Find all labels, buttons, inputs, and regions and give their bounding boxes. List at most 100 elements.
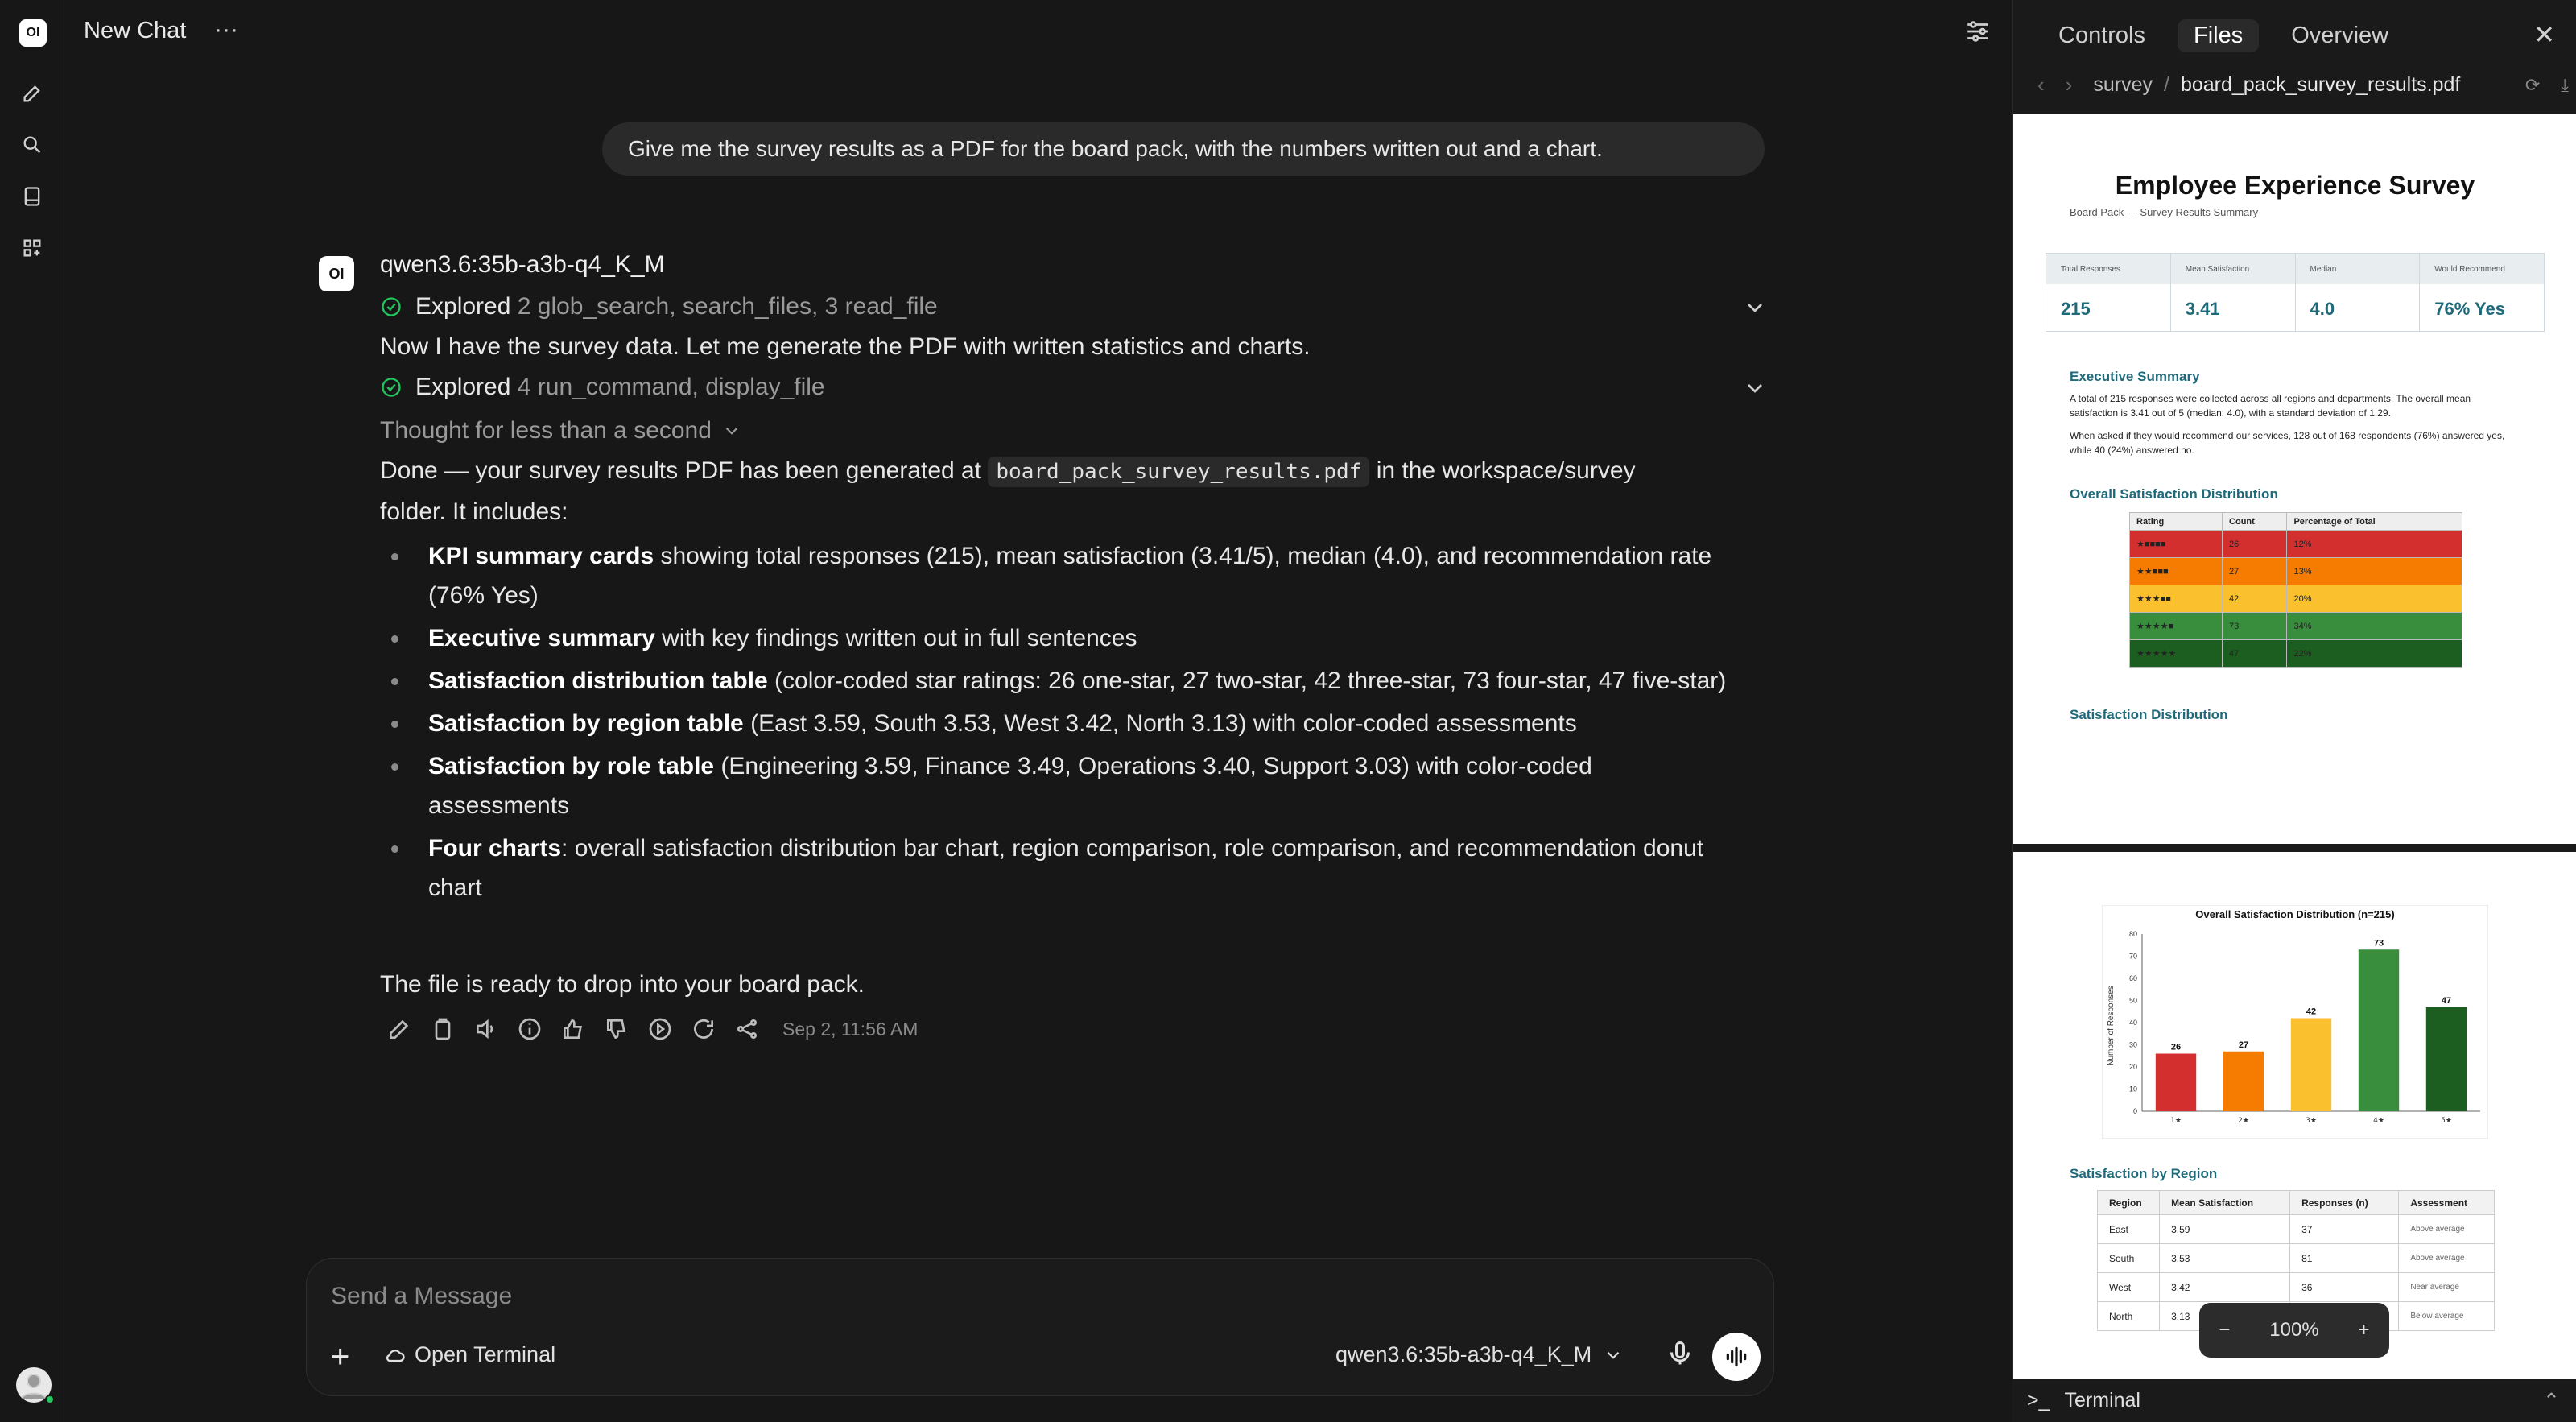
read-aloud-icon[interactable] [473, 1016, 499, 1042]
notes-icon[interactable] [18, 182, 47, 211]
explored-label: Explored [415, 374, 511, 400]
chevron-up-icon[interactable]: ⌃ [2543, 1389, 2560, 1413]
more-options-icon[interactable]: ··· [214, 16, 238, 43]
back-icon[interactable]: ‹ [2037, 72, 2045, 97]
pdf-subtitle: Board Pack — Survey Results Summary [2070, 206, 2259, 218]
explored-detail: 2 glob_search, search_files, 3 read_file [517, 293, 938, 320]
edit-icon[interactable] [386, 1016, 412, 1042]
chart-data-label: 47 [2442, 996, 2451, 1006]
chart-data-label: 42 [2306, 1007, 2316, 1017]
kpi-label: Median [2295, 254, 2420, 284]
region-cell: East [2096, 1214, 2161, 1244]
chart-y-tick-label: 60 [2129, 974, 2137, 982]
chevron-down-icon [1607, 1351, 1620, 1359]
search-icon[interactable] [18, 130, 47, 159]
thumbs-down-icon[interactable] [604, 1016, 630, 1042]
kpi-value: 215 [2061, 299, 2091, 319]
sat-dist-heading: Satisfaction Distribution [2070, 707, 2228, 722]
continue-icon[interactable] [647, 1016, 673, 1042]
rating-cell: ★★★★■ [2128, 612, 2223, 640]
kpi-label: Would Recommend [2420, 254, 2544, 284]
zoom-out-button[interactable]: − [2219, 1319, 2230, 1341]
model-selector[interactable]: qwen3.6:35b-a3b-q4_K_M [1335, 1342, 1624, 1367]
explored-step-2[interactable]: Explored 4 run_command, display_file [380, 367, 825, 407]
chevron-down-icon[interactable] [1742, 375, 1768, 401]
user-message: Give me the survey results as a PDF for … [602, 122, 1765, 176]
table-header: Assessment [2398, 1190, 2495, 1215]
forward-icon[interactable]: › [2066, 72, 2073, 97]
chart-bar [2223, 1051, 2264, 1111]
close-icon[interactable]: ✕ [2533, 19, 2555, 50]
feature-list: KPI summary cards showing total response… [391, 536, 1739, 911]
kpi-card: Total Responses 215 [2046, 254, 2171, 331]
region-cell: North [2096, 1301, 2161, 1331]
info-icon[interactable] [517, 1016, 543, 1042]
share-icon[interactable] [734, 1016, 760, 1042]
list-item-bold: KPI summary cards [428, 543, 654, 569]
message-timestamp: Sep 2, 11:56 AM [782, 1018, 919, 1040]
list-item-bold: Satisfaction by region table [428, 710, 744, 737]
assess-cell: Above average [2398, 1243, 2495, 1273]
cloud-icon [386, 1349, 405, 1362]
table-header: Responses (n) [2289, 1190, 2400, 1215]
thumbs-up-icon[interactable] [560, 1016, 586, 1042]
kpi-card: Median 4.0 [2295, 254, 2421, 331]
count-cell: 42 [2222, 585, 2288, 613]
new-chat-icon[interactable] [18, 79, 47, 108]
regenerate-icon[interactable] [691, 1016, 716, 1042]
chevron-down-icon[interactable] [1742, 295, 1768, 320]
pct-cell: 22% [2286, 639, 2462, 668]
rating-cell: ★★★■■ [2128, 585, 2223, 613]
distribution-table: Rating Count Percentage of Total ★■■■■ 26… [2128, 512, 2462, 668]
tab-overview[interactable]: Overview [2275, 19, 2405, 52]
message-composer: Send a Message + Open Terminal qwen3.6:3… [306, 1258, 1774, 1396]
chart-y-axis-label: Number of Responses [2107, 986, 2116, 1066]
n-cell: 37 [2289, 1214, 2400, 1244]
breadcrumb: ‹ › survey / board_pack_survey_results.p… [2037, 72, 2569, 97]
chart-data-label: 27 [2239, 1040, 2248, 1050]
chart-data-label: 26 [2171, 1043, 2181, 1052]
voice-mode-button[interactable] [1712, 1333, 1761, 1381]
microphone-icon[interactable] [1666, 1339, 1695, 1368]
explored-step-1[interactable]: Explored 2 glob_search, search_files, 3 … [380, 287, 938, 326]
online-status-dot [45, 1395, 55, 1404]
table-header: Region [2096, 1190, 2161, 1215]
pct-cell: 34% [2286, 612, 2462, 640]
region-cell: South [2096, 1243, 2161, 1273]
chart-y-tick-label: 50 [2129, 997, 2137, 1005]
chat-title[interactable]: New Chat [84, 18, 186, 44]
list-item: Executive summary with key findings writ… [391, 618, 1739, 658]
message-input[interactable]: Send a Message [331, 1283, 512, 1310]
waveform-icon [1726, 1346, 1747, 1367]
terminal-bar[interactable]: >_ Terminal ⌃ [2013, 1379, 2576, 1422]
thought-toggle[interactable]: Thought for less than a second [380, 411, 742, 450]
download-icon[interactable]: ⤓ [2561, 75, 2569, 96]
assess-cell: Above average [2398, 1214, 2495, 1244]
chart-x-tick-label: 1★ [2170, 1117, 2182, 1125]
breadcrumb-folder[interactable]: survey [2093, 73, 2153, 97]
file-path-code: board_pack_survey_results.pdf [988, 457, 1370, 487]
add-attachment-button[interactable]: + [331, 1341, 349, 1373]
pct-cell: 20% [2286, 585, 2462, 613]
refresh-icon[interactable]: ⟳ [2525, 75, 2540, 96]
table-header: Rating [2128, 512, 2223, 531]
chart-y-tick-label: 10 [2129, 1085, 2137, 1093]
controls-toggle-icon[interactable] [1964, 18, 1992, 45]
kpi-value: 76% Yes [2434, 299, 2505, 319]
zoom-in-button[interactable]: + [2359, 1319, 2370, 1341]
chart-y-tick-label: 0 [2133, 1107, 2137, 1115]
app-logo[interactable]: OI [19, 19, 47, 47]
apps-icon[interactable] [18, 234, 47, 262]
list-item: Satisfaction distribution table (color-c… [391, 661, 1739, 701]
table-header-row: Rating Count Percentage of Total [2128, 512, 2462, 531]
rating-cell: ★■■■■ [2128, 530, 2223, 558]
tab-controls[interactable]: Controls [2042, 19, 2161, 52]
assistant-closing: The file is ready to drop into your boar… [380, 971, 865, 998]
done-text-post: in the workspace/survey [1376, 457, 1636, 484]
open-terminal-button[interactable]: Open Terminal [384, 1342, 555, 1367]
tab-files[interactable]: Files [2178, 19, 2260, 52]
table-header: Percentage of Total [2286, 512, 2462, 531]
breadcrumb-file: board_pack_survey_results.pdf [2180, 73, 2461, 96]
chart-x-tick-label: 3★ [2306, 1117, 2317, 1125]
copy-icon[interactable] [430, 1016, 456, 1042]
